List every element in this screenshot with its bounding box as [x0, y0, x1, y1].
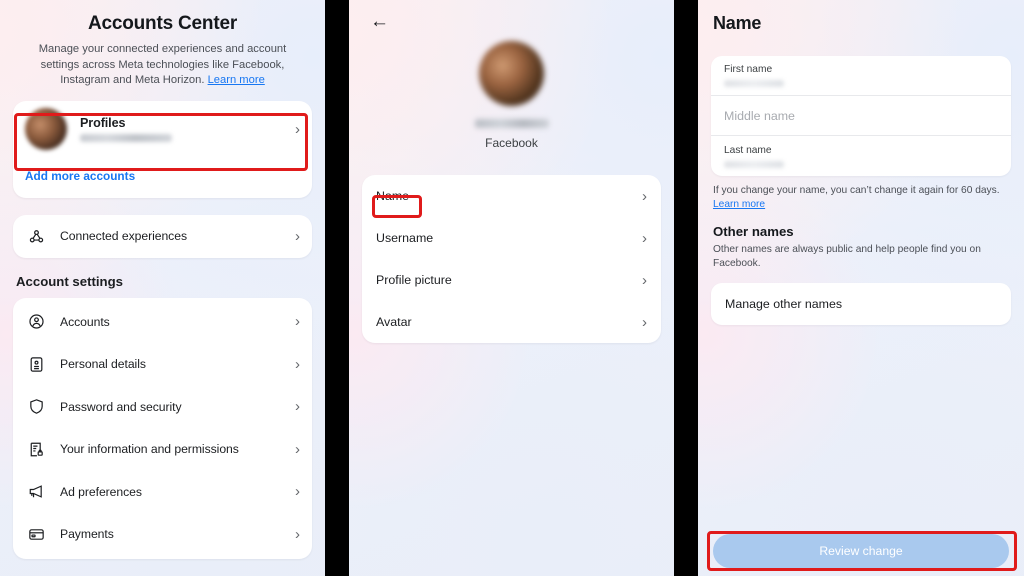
account-circle-icon	[25, 313, 47, 330]
other-names-header: Other names	[713, 224, 794, 239]
page-title: Name	[713, 13, 762, 33]
first-name-value-redacted	[724, 80, 784, 87]
back-arrow-icon[interactable]: ←	[362, 0, 392, 31]
menu-item-label: Name	[376, 189, 410, 203]
middle-name-placeholder: Middle name	[724, 108, 795, 123]
connected-experiences-row[interactable]: Connected experiences ›	[13, 215, 312, 258]
megaphone-icon	[25, 483, 47, 500]
other-names-description: Other names are always public and help p…	[713, 244, 981, 269]
name-fields-card: First name Middle name Last name	[711, 56, 1011, 176]
shield-icon	[25, 398, 47, 415]
sidebar-item-label: Your information and permissions	[60, 442, 239, 457]
chevron-right-icon: ›	[295, 313, 300, 331]
panel-accounts-center: Accounts Center Manage your connected ex…	[0, 0, 325, 576]
credit-card-icon	[25, 526, 47, 543]
sidebar-item-payments[interactable]: Payments ›	[13, 513, 312, 556]
document-lock-icon	[25, 441, 47, 458]
section-header-account-settings: Account settings	[16, 273, 123, 289]
sidebar-item-personal-details[interactable]: Personal details ›	[13, 343, 312, 386]
learn-more-link[interactable]: Learn more	[711, 198, 1011, 210]
menu-item-username[interactable]: Username ›	[362, 217, 661, 259]
connected-experiences-label: Connected experiences	[60, 229, 188, 243]
connected-experiences-card: Connected experiences ›	[13, 214, 312, 258]
sidebar-item-your-information-and-permissions[interactable]: Your information and permissions ›	[13, 428, 312, 471]
subtitle-line-3: Meta Horizon.	[134, 74, 208, 86]
panel-divider	[325, 0, 349, 576]
sidebar-item-ad-preferences[interactable]: Ad preferences ›	[13, 471, 312, 514]
sidebar-item-accounts[interactable]: Accounts ›	[13, 301, 312, 344]
chevron-right-icon: ›	[295, 440, 300, 458]
learn-more-link[interactable]: Learn more	[208, 74, 265, 86]
last-name-field[interactable]: Last name	[711, 136, 1011, 176]
sidebar-item-label: Payments	[60, 527, 114, 542]
menu-item-name[interactable]: Name ›	[362, 175, 661, 217]
review-button-wrap: Review change	[711, 534, 1011, 576]
sidebar-item-label: Password and security	[60, 399, 182, 414]
panel-divider	[674, 0, 698, 576]
manage-other-names-label: Manage other names	[725, 297, 843, 311]
chevron-right-icon: ›	[295, 355, 300, 373]
sidebar-item-label: Ad preferences	[60, 484, 142, 499]
profiles-card: Profiles › Add more accounts	[13, 100, 312, 198]
menu-item-label: Avatar	[376, 315, 412, 329]
page-title: Accounts Center	[87, 13, 238, 34]
first-name-label: First name	[724, 64, 773, 75]
profile-name-redacted	[474, 119, 549, 128]
review-change-button[interactable]: Review change	[713, 534, 1009, 568]
chevron-right-icon: ›	[642, 187, 647, 205]
menu-item-label: Profile picture	[376, 273, 452, 287]
connected-nodes-icon	[25, 228, 47, 245]
last-name-label: Last name	[724, 144, 772, 156]
platform-label: Facebook	[485, 136, 538, 150]
last-name-value-redacted	[724, 160, 784, 168]
avatar	[479, 41, 544, 106]
sidebar-item-password-and-security[interactable]: Password and security ›	[13, 386, 312, 429]
avatar	[25, 108, 67, 150]
panel-profile: ← Facebook Name › Username › Profile pic…	[349, 0, 674, 576]
sidebar-item-label: Accounts	[60, 314, 110, 329]
manage-other-names-row[interactable]: Manage other names	[711, 283, 1011, 325]
add-more-accounts-link[interactable]: Add more accounts	[13, 158, 312, 196]
chevron-right-icon: ›	[642, 229, 647, 247]
menu-item-profile-picture[interactable]: Profile picture ›	[362, 259, 661, 301]
profile-header: Facebook	[362, 31, 661, 150]
menu-item-label: Username	[376, 231, 434, 245]
profiles-label: Profiles	[80, 116, 126, 130]
sidebar-item-label: Personal details	[60, 357, 146, 372]
chevron-right-icon: ›	[295, 398, 300, 416]
profiles-text: Profiles	[67, 116, 289, 142]
profile-name-redacted	[80, 134, 172, 142]
three-panel-screenshot: Accounts Center Manage your connected ex…	[0, 0, 1024, 576]
middle-name-field[interactable]: Middle name	[711, 96, 1011, 136]
chevron-right-icon: ›	[642, 313, 647, 331]
page-subtitle: Manage your connected experiences and ac…	[13, 35, 312, 89]
chevron-right-icon: ›	[295, 525, 300, 543]
name-change-note: If you change your name, you can’t chang…	[713, 185, 1000, 196]
account-settings-card: Accounts › Personal details › Password a…	[13, 297, 312, 559]
first-name-field[interactable]: First name	[711, 56, 1011, 96]
chevron-right-icon: ›	[295, 120, 300, 138]
chevron-right-icon: ›	[295, 483, 300, 501]
panel-name-editor: Name First name Middle name Last name If…	[698, 0, 1024, 576]
menu-item-avatar[interactable]: Avatar ›	[362, 301, 661, 343]
profile-menu-card: Name › Username › Profile picture › Avat…	[362, 175, 661, 343]
chevron-right-icon: ›	[642, 271, 647, 289]
chevron-right-icon: ›	[295, 227, 300, 245]
id-card-icon	[25, 356, 47, 373]
profiles-row[interactable]: Profiles ›	[13, 101, 312, 158]
